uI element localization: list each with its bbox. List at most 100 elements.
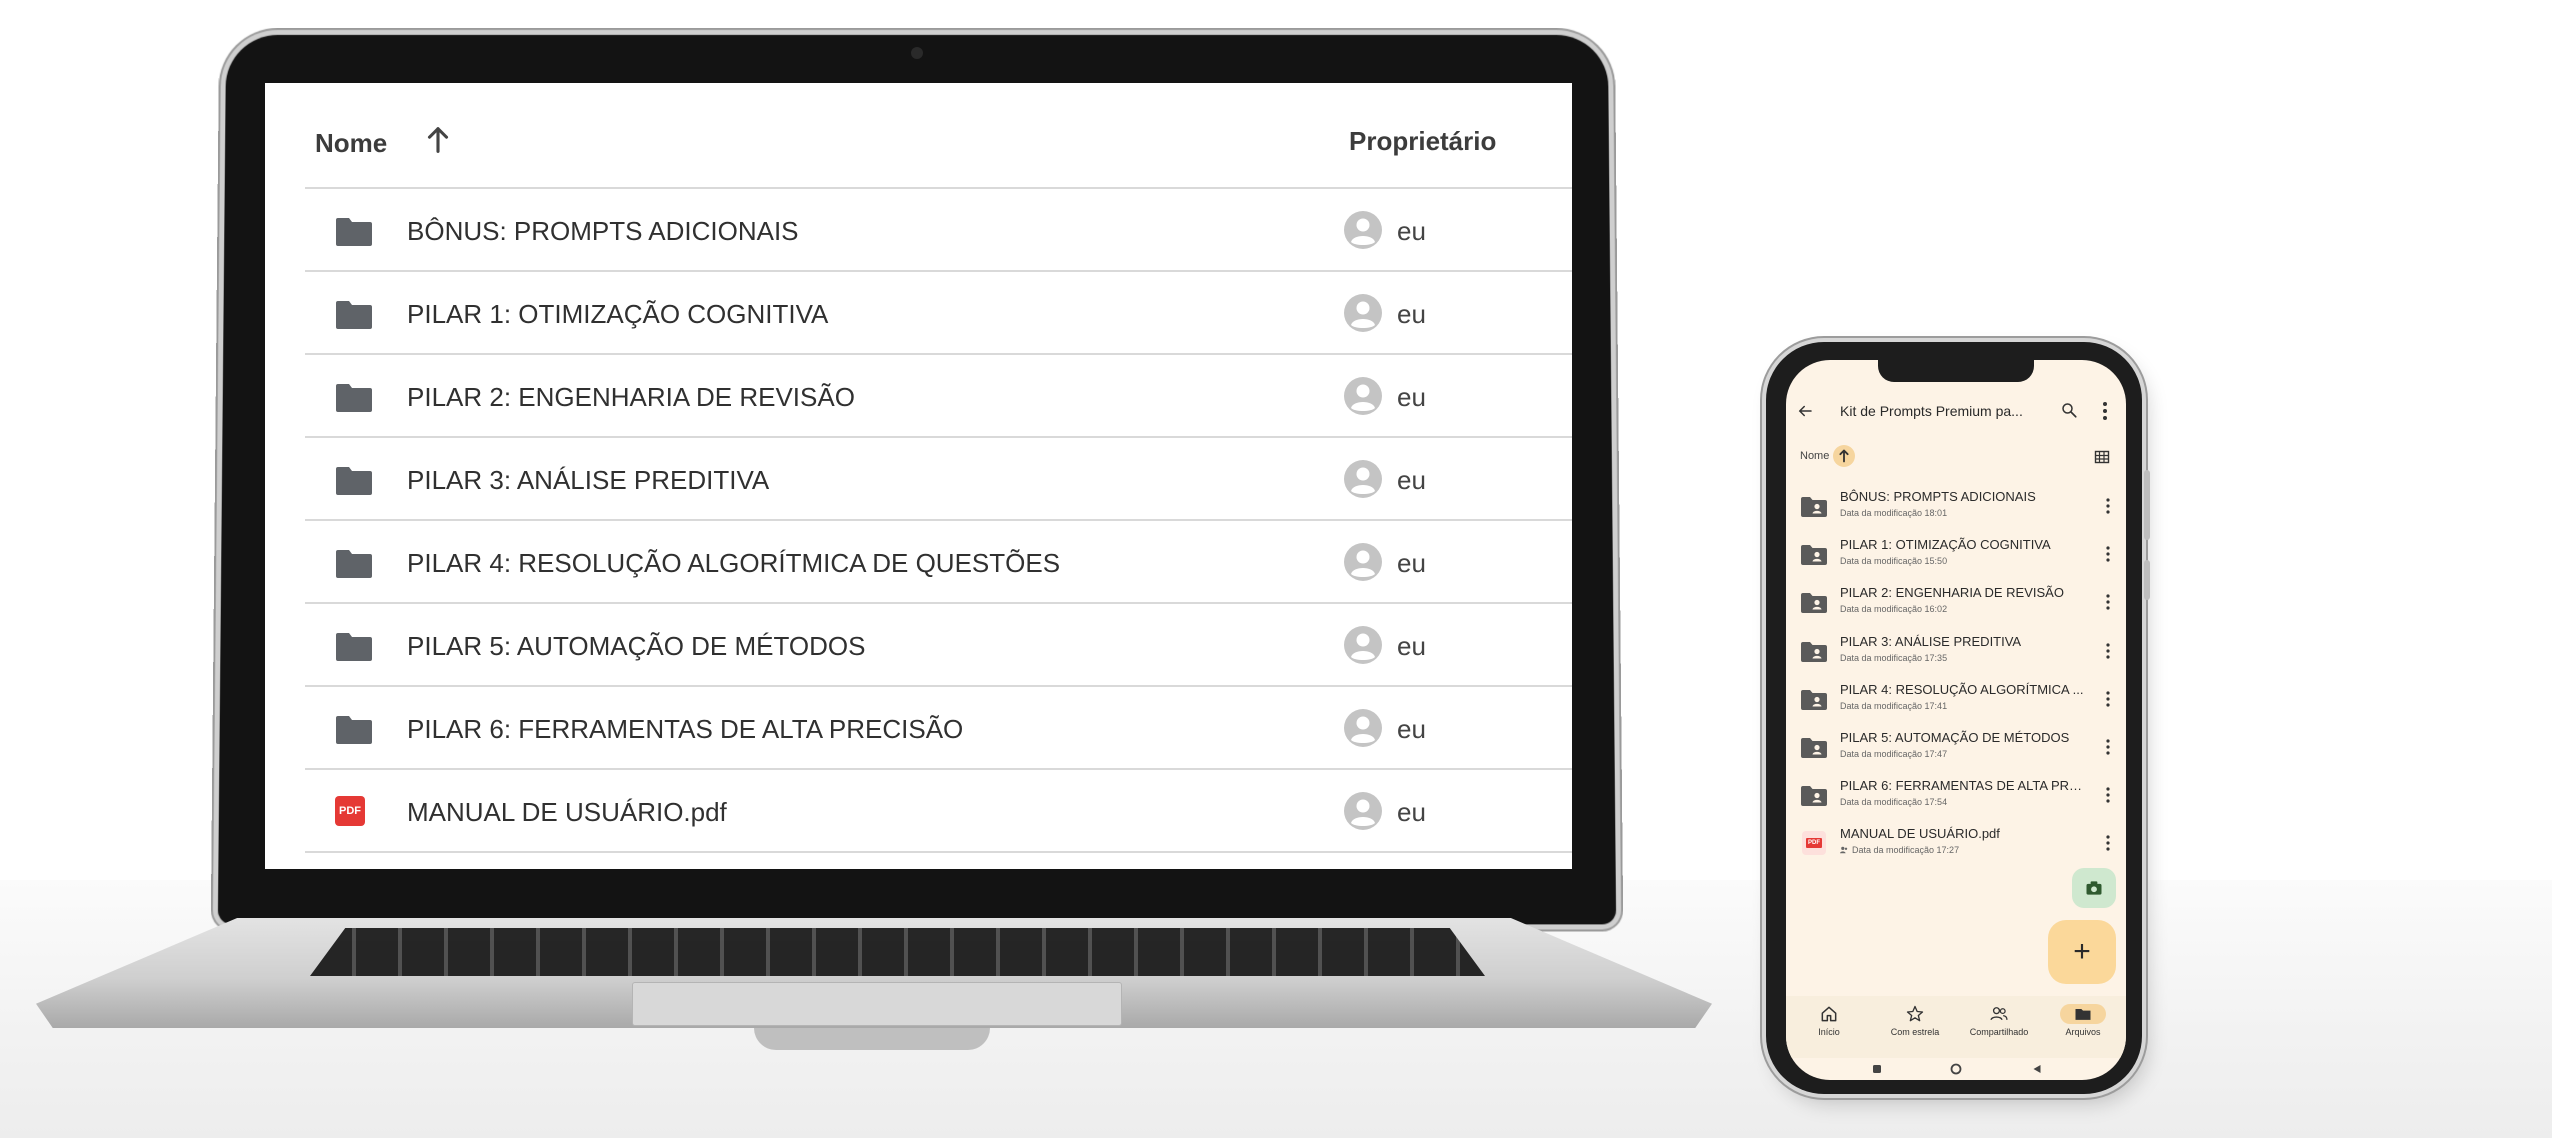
owner-name: eu	[1397, 382, 1426, 412]
star-icon	[1906, 1005, 1924, 1022]
folder-icon	[335, 383, 373, 413]
file-name: PILAR 6: FERRAMENTAS DE ALTA PRE...	[1840, 778, 2088, 794]
app-bar: Kit de Prompts Premium pa...	[1786, 388, 2126, 436]
column-header-owner[interactable]: Proprietário	[1349, 126, 1496, 157]
home-icon	[1821, 1006, 1837, 1022]
modified-date: Data da modificação 17:41	[1840, 700, 1948, 711]
avatar-icon	[1343, 293, 1383, 333]
avatar-icon	[1343, 459, 1383, 499]
nav-item-starred[interactable]: Com estrela	[1872, 1004, 1958, 1054]
owner-name: eu	[1397, 714, 1426, 744]
file-row[interactable]: PILAR 6: FERRAMENTAS DE ALTA PRECISÃO eu	[305, 685, 1572, 770]
shared-icon	[1840, 845, 1852, 855]
more-vertical-icon[interactable]	[2106, 739, 2110, 755]
file-name: BÔNUS: PROMPTS ADICIONAIS	[407, 216, 799, 246]
phone-side-button	[2144, 470, 2150, 540]
bottom-navigation: Início Com estrela Compartilhado Arquivo…	[1786, 996, 2126, 1058]
file-row-mobile[interactable]: PILAR 1: OTIMIZAÇÃO COGNITIVA Data da mod…	[1786, 530, 2126, 578]
system-navigation-bar	[1786, 1058, 2126, 1080]
more-vertical-icon[interactable]	[2106, 642, 2110, 659]
owner-name: eu	[1397, 797, 1426, 827]
owner-name: eu	[1397, 216, 1426, 246]
folder-icon	[335, 300, 373, 330]
file-name: MANUAL DE USUÁRIO.pdf	[1840, 826, 2000, 842]
avatar-icon	[1343, 376, 1383, 416]
nav-label-files: Arquivos	[2065, 1027, 2101, 1037]
more-vertical-icon[interactable]	[2106, 546, 2110, 562]
file-row[interactable]: PILAR 4: RESOLUÇÃO ALGORÍTMICA DE QUESTÕ…	[305, 519, 1572, 604]
modified-date: Data da modificação 17:27	[1840, 845, 1959, 855]
file-name: PILAR 1: OTIMIZAÇÃO COGNITIVA	[1840, 537, 2051, 553]
file-name: PILAR 4: RESOLUÇÃO ALGORÍTMICA DE QUESTÕ…	[407, 548, 1061, 578]
shared-folder-icon	[1800, 785, 1828, 807]
owner-name: eu	[1397, 631, 1426, 661]
folder-icon	[335, 715, 373, 745]
file-row[interactable]: PDF MANUAL DE USUÁRIO.pdf eu	[305, 768, 1572, 853]
owner-name: eu	[1397, 299, 1426, 329]
laptop-keyboard	[310, 928, 1485, 976]
shared-folder-icon	[1800, 737, 1828, 759]
sort-direction-button[interactable]	[1833, 445, 1855, 467]
file-row-mobile[interactable]: PILAR 4: RESOLUÇÃO ALGORÍTMICA ... Data d…	[1786, 675, 2126, 723]
arrow-up-icon[interactable]	[421, 123, 455, 157]
modified-date: Data da modificação 15:50	[1840, 556, 1948, 567]
folder-icon	[2075, 1009, 2091, 1020]
sort-bar: Nome	[1786, 440, 2126, 474]
file-row[interactable]: PILAR 1: OTIMIZAÇÃO COGNITIVA eu	[305, 270, 1572, 355]
avatar-icon	[1343, 210, 1383, 250]
more-vertical-icon[interactable]	[2102, 401, 2108, 421]
file-row-mobile[interactable]: PILAR 6: FERRAMENTAS DE ALTA PRE... Data …	[1786, 771, 2126, 819]
modified-date: Data da modificação 18:01	[1840, 508, 1948, 518]
nav-item-shared[interactable]: Compartilhado	[1956, 1004, 2042, 1054]
nav-label-home: Início	[1818, 1027, 1840, 1037]
modified-date: Data da modificação 17:35	[1840, 652, 1948, 663]
home-button-icon[interactable]	[1950, 1063, 1962, 1075]
recents-icon[interactable]	[1872, 1064, 1882, 1074]
file-name: PILAR 3: ANÁLISE PREDITIVA	[1840, 633, 2022, 649]
column-header-name[interactable]: Nome	[315, 128, 387, 159]
file-row-mobile[interactable]: PILAR 3: ANÁLISE PREDITIVA Data da modifi…	[1786, 627, 2126, 675]
file-row-mobile[interactable]: PILAR 5: AUTOMAÇÃO DE MÉTODOS Data da mod…	[1786, 723, 2126, 771]
file-row[interactable]: PILAR 5: AUTOMAÇÃO DE MÉTODOS eu	[305, 602, 1572, 687]
nav-item-files[interactable]: Arquivos	[2040, 1004, 2126, 1054]
file-name: BÔNUS: PROMPTS ADICIONAIS	[1840, 489, 2036, 504]
arrow-up-icon	[1839, 449, 1849, 463]
grid-view-icon[interactable]	[2094, 449, 2110, 465]
more-vertical-icon[interactable]	[2106, 835, 2110, 851]
nav-label-starred: Com estrela	[1890, 1027, 1940, 1037]
file-row-mobile[interactable]: PDF MANUAL DE USUÁRIO.pdf Data da modifica…	[1786, 819, 2126, 867]
file-name: MANUAL DE USUÁRIO.pdf	[407, 797, 727, 827]
scan-button[interactable]	[2072, 868, 2116, 908]
back-button-icon[interactable]	[2032, 1064, 2042, 1074]
file-row-mobile[interactable]: BÔNUS: PROMPTS ADICIONAIS Data da modific…	[1786, 482, 2126, 530]
modified-date: Data da modificação 16:02	[1840, 604, 1948, 615]
folder-icon	[335, 466, 373, 496]
laptop-lip	[754, 1028, 990, 1050]
more-vertical-icon[interactable]	[2106, 498, 2110, 514]
file-name: PILAR 5: AUTOMAÇÃO DE MÉTODOS	[1840, 730, 2070, 745]
more-vertical-icon[interactable]	[2106, 787, 2110, 803]
new-button[interactable]: +	[2048, 920, 2116, 984]
nav-label-shared: Compartilhado	[1969, 1027, 2029, 1037]
avatar-icon	[1343, 708, 1383, 748]
file-row[interactable]: BÔNUS: PROMPTS ADICIONAIS eu	[305, 187, 1572, 272]
sort-label[interactable]: Nome	[1800, 450, 1829, 462]
file-row-mobile[interactable]: PILAR 2: ENGENHARIA DE REVISÃO Data da mo…	[1786, 578, 2126, 626]
arrow-left-icon[interactable]	[1796, 402, 1814, 420]
camera-icon	[2086, 881, 2102, 895]
laptop-camera	[911, 47, 923, 59]
phone-screen: Kit de Prompts Premium pa... Nome BÔNUS:…	[1786, 360, 2126, 1080]
more-vertical-icon[interactable]	[2106, 691, 2110, 707]
nav-item-home[interactable]: Início	[1786, 1004, 1872, 1054]
list-divider	[305, 851, 1572, 855]
file-row[interactable]: PILAR 3: ANÁLISE PREDITIVA eu	[305, 436, 1572, 521]
modified-date: Data da modificação 17:54	[1840, 797, 1948, 808]
file-row[interactable]: PILAR 2: ENGENHARIA DE REVISÃO eu	[305, 353, 1572, 438]
shared-folder-icon	[1800, 496, 1828, 518]
file-name: PILAR 2: ENGENHARIA DE REVISÃO	[1840, 585, 2064, 601]
shared-folder-icon	[1800, 689, 1828, 711]
more-vertical-icon[interactable]	[2106, 594, 2110, 610]
shared-folder-icon	[1800, 544, 1828, 566]
search-icon[interactable]	[2060, 401, 2078, 419]
shared-folder-icon	[1800, 592, 1828, 614]
